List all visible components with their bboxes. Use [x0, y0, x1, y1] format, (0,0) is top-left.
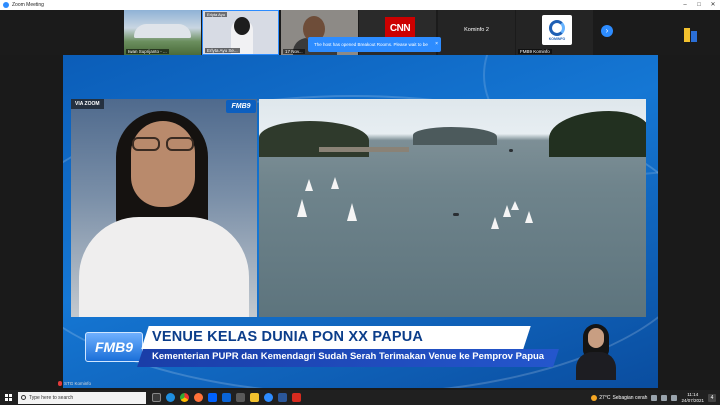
- sailboat-icon: [525, 211, 533, 223]
- active-speaker-name: STG Kominfo: [64, 381, 92, 386]
- close-button[interactable]: ✕: [706, 0, 720, 10]
- via-zoom-label: VIA ZOOM: [71, 99, 104, 109]
- participant-name: FMB9 Kominfo: [518, 49, 552, 54]
- glasses-icon: [130, 137, 196, 151]
- task-view-icon[interactable]: [152, 393, 161, 402]
- participant-name: 17 Nov...: [283, 49, 305, 54]
- participant-name: Erlyta Ayu Se...: [205, 48, 240, 53]
- subheadline-text: Kementerian PUPR dan Kemendagri Sudah Se…: [152, 351, 545, 362]
- window-title: Zoom Meeting: [12, 2, 44, 8]
- motorboat-icon: [509, 149, 513, 152]
- hill-right: [549, 111, 646, 157]
- anchor-face: [588, 328, 604, 348]
- shoreline: [319, 147, 409, 152]
- ribbon-logo-icon: [684, 28, 698, 42]
- kominfo-logo-text: KOMINFO: [548, 36, 566, 41]
- window-controls: – □ ✕: [678, 0, 720, 10]
- edge-icon[interactable]: [166, 393, 175, 402]
- hill-middle: [413, 127, 497, 145]
- acrobat-icon[interactable]: [292, 393, 301, 402]
- close-icon[interactable]: ×: [435, 37, 438, 52]
- minimize-button[interactable]: –: [678, 0, 692, 10]
- participant-display-name: Kominfo 2: [464, 27, 489, 33]
- participant-head: [234, 17, 250, 35]
- cnn-logo: CNN: [385, 17, 415, 39]
- speaker-video-inset: [71, 99, 257, 317]
- word-icon[interactable]: [278, 393, 287, 402]
- participant-tile[interactable]: KOMINFO FMB9 Kominfo: [516, 10, 593, 55]
- sailboat-icon: [503, 205, 511, 217]
- microphone-icon: [58, 381, 62, 386]
- pinned-apps: [152, 393, 301, 402]
- search-icon: [21, 395, 26, 400]
- taskbar-clock[interactable]: 11:14 24/07/2021: [681, 392, 704, 403]
- weather-temp: 27°C: [599, 394, 611, 401]
- participant-tile[interactable]: Erlyta Ayu Erlyta Ayu Se...: [202, 10, 279, 55]
- speaker-shirt: [79, 217, 249, 317]
- volume-icon[interactable]: [671, 394, 678, 401]
- explorer-icon[interactable]: [250, 393, 259, 402]
- zoom-logo-icon: [3, 2, 9, 8]
- headline-text: VENUE KELAS DUNIA PON XX PAPUA: [152, 329, 424, 345]
- sailboat-icon: [511, 201, 519, 210]
- firefox-icon[interactable]: [194, 393, 203, 402]
- windows-taskbar: Type here to search 27°C Sebagian cerah …: [0, 390, 720, 405]
- sea-sailing-footage: [259, 99, 646, 317]
- stadium-image: [134, 24, 191, 38]
- maximize-button[interactable]: □: [692, 0, 706, 10]
- windows-logo-icon: [4, 394, 12, 401]
- participant-name: Iwan Suprijanto - ...: [126, 49, 169, 54]
- participant-tile[interactable]: Iwan Suprijanto - ...: [124, 10, 201, 55]
- window-titlebar: Zoom Meeting – □ ✕: [0, 0, 720, 10]
- fmb9-logo-small: FMB9: [226, 100, 256, 113]
- participant-top-label: Erlyta Ayu: [205, 12, 227, 17]
- news-anchor-inset: [573, 320, 619, 380]
- mail-icon[interactable]: [222, 393, 231, 402]
- sailboat-icon: [491, 217, 499, 229]
- network-icon[interactable]: [661, 394, 668, 401]
- sailboat-icon: [297, 199, 307, 217]
- dropbox-icon[interactable]: [208, 393, 217, 402]
- chrome-icon[interactable]: [180, 393, 189, 402]
- notification-center-icon[interactable]: 4: [708, 393, 716, 402]
- anchor-suit: [576, 352, 616, 380]
- chevron-right-icon[interactable]: ›: [601, 25, 613, 37]
- active-speaker-label: STG Kominfo: [58, 381, 91, 386]
- weather-widget[interactable]: 27°C Sebagian cerah: [591, 394, 648, 401]
- weather-text: Sebagian cerah: [612, 394, 648, 401]
- motorboat-icon: [453, 213, 459, 216]
- sun-icon: [591, 394, 598, 401]
- fmb9-logo: FMB9: [85, 332, 143, 362]
- system-tray: 27°C Sebagian cerah 11:14 24/07/2021 4: [591, 390, 720, 405]
- sailboat-icon: [305, 179, 313, 191]
- zoom-icon[interactable]: [264, 393, 273, 402]
- sailboat-icon: [331, 177, 339, 189]
- search-placeholder: Type here to search: [29, 394, 74, 401]
- sailboat-icon: [347, 203, 357, 221]
- start-button[interactable]: [0, 390, 16, 405]
- kominfo-emblem-icon: [549, 19, 565, 36]
- speaker-face: [131, 121, 195, 207]
- kominfo-logo: KOMINFO: [542, 15, 572, 45]
- breakout-rooms-toast: The host has opened Breakout Rooms. Plea…: [308, 37, 441, 62]
- clock-date: 24/07/2021: [681, 397, 704, 403]
- taskbar-search-input[interactable]: Type here to search: [18, 391, 146, 404]
- participant-tile[interactable]: Kominfo 2: [438, 10, 515, 55]
- store-icon[interactable]: [236, 393, 245, 402]
- chevron-up-icon[interactable]: [651, 394, 658, 401]
